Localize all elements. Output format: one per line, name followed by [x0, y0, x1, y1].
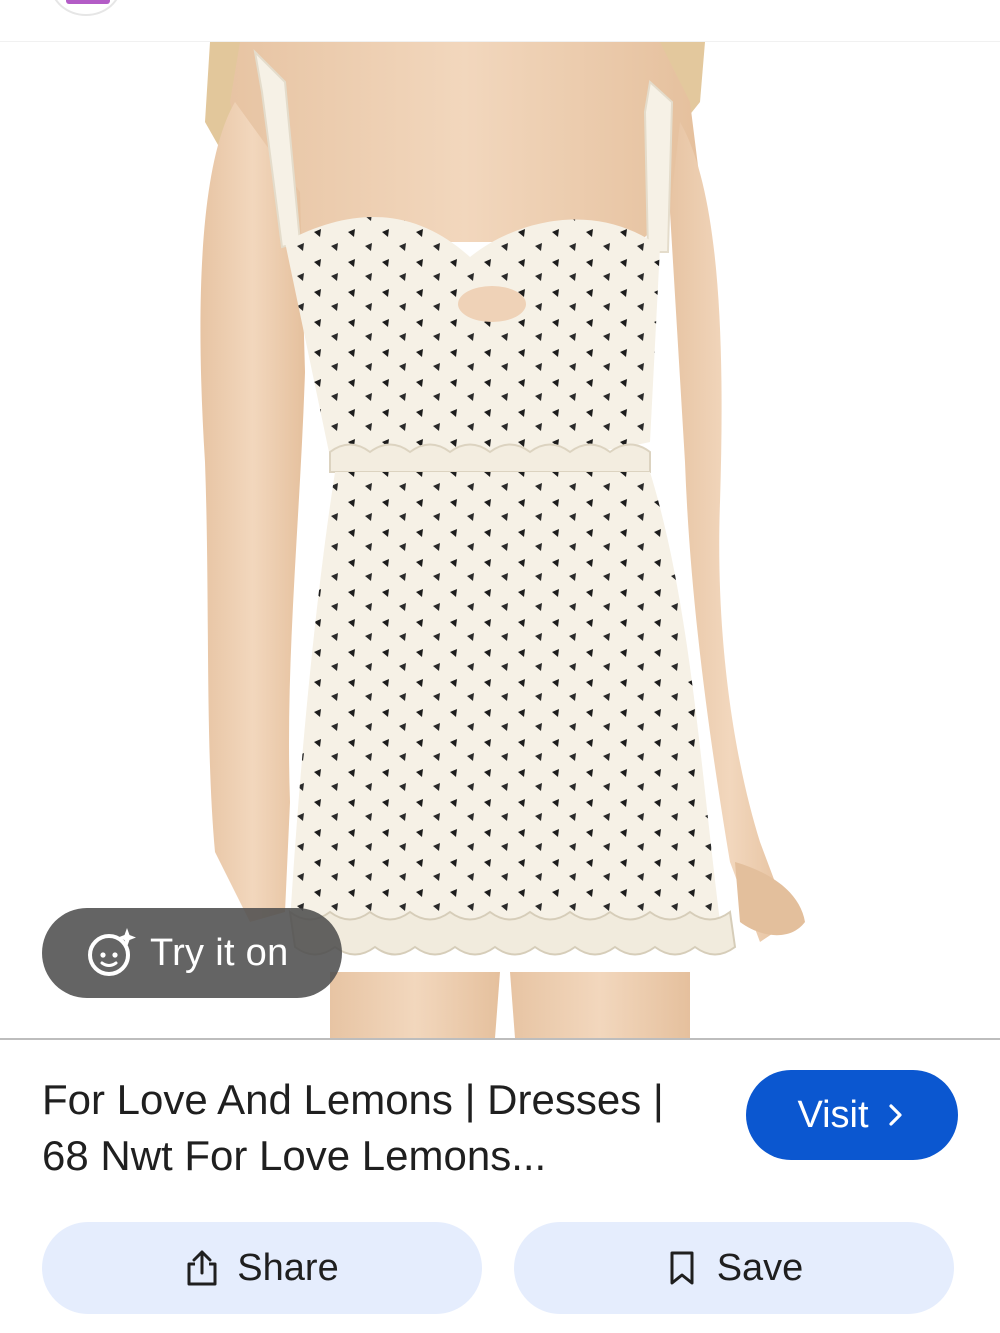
- try-it-on-button[interactable]: Try it on: [42, 908, 342, 998]
- chevron-right-icon: [888, 1104, 902, 1126]
- share-icon: [187, 1250, 217, 1286]
- save-button[interactable]: Save: [514, 1222, 954, 1314]
- source-avatar[interactable]: [50, 0, 122, 16]
- save-label: Save: [716, 1246, 804, 1289]
- try-it-on-label: Try it on: [150, 931, 289, 974]
- share-label: Share: [237, 1246, 339, 1289]
- result-title[interactable]: For Love And Lemons | Dresses | 68 Nwt F…: [42, 1072, 722, 1184]
- visit-button[interactable]: Visit: [746, 1070, 958, 1160]
- share-button[interactable]: Share: [42, 1222, 482, 1314]
- visit-label: Visit: [797, 1093, 869, 1136]
- sparkle-face-icon: [88, 928, 136, 976]
- divider: [0, 1038, 1000, 1040]
- product-image: [0, 42, 1000, 1038]
- top-strip: [0, 0, 1000, 42]
- image-viewer[interactable]: Try it on: [0, 42, 1000, 1038]
- bookmark-icon: [670, 1251, 694, 1285]
